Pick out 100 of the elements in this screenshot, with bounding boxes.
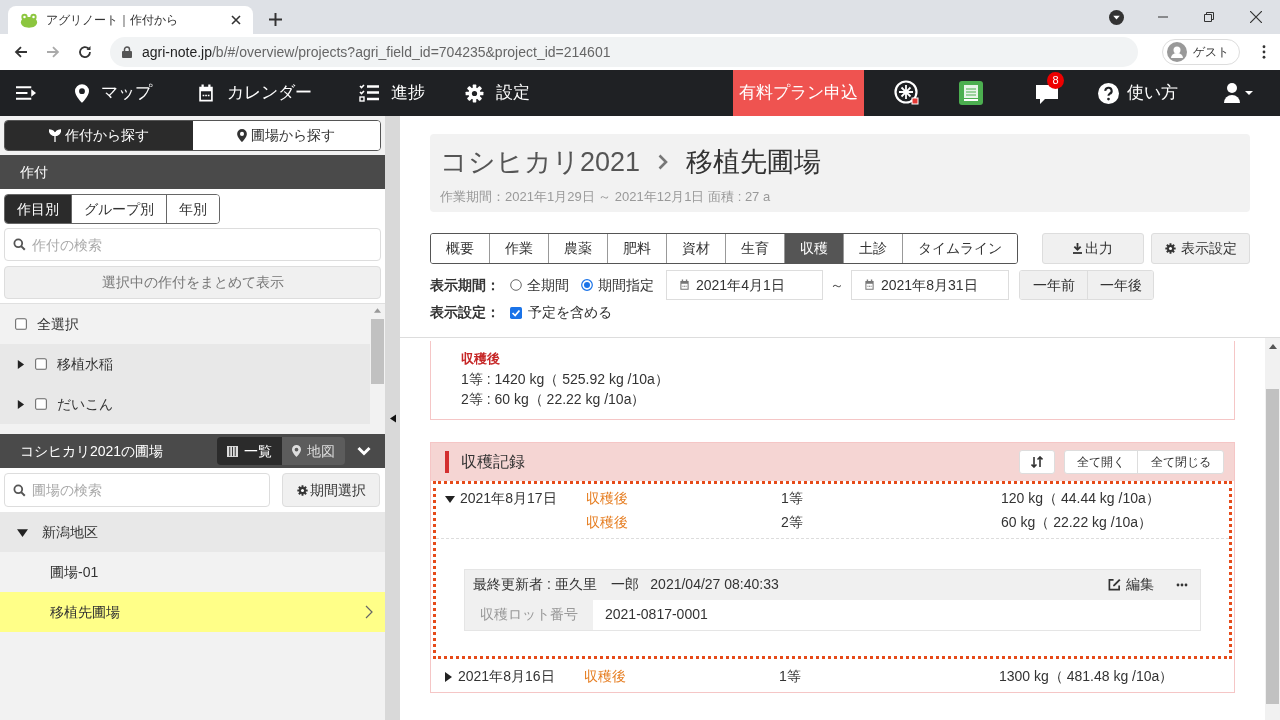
filter-tab[interactable]: 年別	[166, 195, 219, 223]
checkbox[interactable]	[35, 358, 47, 370]
amount-text: 120 kg（ 44.44 kg /10a）	[1001, 489, 1160, 508]
help-icon	[1098, 82, 1119, 104]
search-field[interactable]: 圃場の検索	[4, 473, 270, 507]
close-icon[interactable]	[231, 15, 241, 25]
sort-icon	[1031, 455, 1043, 468]
tree-group-row[interactable]: 新潟地区	[0, 512, 385, 552]
collapse-icon[interactable]	[389, 413, 396, 423]
scroll-up-icon	[1268, 344, 1277, 349]
radio-button[interactable]	[510, 279, 522, 291]
plus-icon[interactable]	[269, 13, 282, 26]
search-input[interactable]: 圃場の検索	[32, 474, 261, 506]
date-field[interactable]: 2021年4月1日	[666, 270, 823, 300]
section-header: 作付	[20, 162, 48, 182]
nav-link[interactable]: カレンダー	[197, 70, 359, 116]
frog-icon	[20, 12, 38, 28]
field-row[interactable]: 移植先圃場	[0, 592, 385, 632]
help-link[interactable]: 使い方	[1098, 80, 1178, 106]
radio-option[interactable]: 全期間	[510, 274, 569, 296]
search-icon	[13, 238, 26, 251]
crop-row[interactable]: 移植水稲	[0, 344, 370, 384]
summary-heading: 収穫後	[461, 350, 501, 368]
checkbox-label: 全選択	[37, 314, 79, 334]
field-title: 移植先圃場	[686, 146, 822, 179]
dropdown-icon[interactable]	[1109, 9, 1124, 25]
stage-label: 収穫後	[586, 514, 628, 530]
table-icon	[227, 445, 238, 457]
browser-tab[interactable]: アグリノート｜作付から	[8, 6, 253, 34]
date-separator: ～	[830, 275, 844, 295]
checklist-icon	[359, 84, 379, 102]
edit-button[interactable]: 編集	[1108, 574, 1154, 595]
search-input[interactable]: 作付の検索	[32, 229, 372, 260]
next-year-button[interactable]: 一年後	[1087, 271, 1153, 299]
scrollbar[interactable]	[1265, 338, 1280, 720]
caret-right-icon	[16, 359, 25, 369]
period-select-button[interactable]: 期間選択	[282, 473, 380, 507]
crop-row[interactable]: だいこん	[0, 384, 370, 424]
search-icon	[13, 483, 26, 497]
checkbox[interactable]	[15, 318, 27, 330]
expand-all-button[interactable]: 全て開く	[1065, 450, 1137, 473]
collapse-all-button[interactable]: 全て閉じる	[1137, 450, 1223, 473]
grade-label: 1等	[781, 490, 803, 506]
previous-year-button[interactable]: 一年前	[1020, 271, 1087, 299]
more-icon[interactable]	[1176, 582, 1188, 587]
view-toggle[interactable]: 一覧	[217, 437, 282, 465]
address-bar[interactable]: agri-note.jp/b/#/overview/projects?agri_field_id=704235&project_id=214601	[109, 37, 1138, 67]
checkbox-option[interactable]: 予定を含める	[510, 302, 612, 323]
radio-option[interactable]: 期間指定	[581, 274, 654, 296]
filter-tab[interactable]: 作目別	[5, 195, 71, 223]
detail-label: 収穫ロット番号	[480, 605, 578, 624]
nav-link[interactable]: 進捗	[359, 70, 465, 116]
stage-label: 収穫後	[586, 490, 628, 506]
pin-icon	[292, 445, 301, 457]
tab[interactable]: 収穫	[784, 234, 843, 263]
section-header: コシヒカリ2021の圃場	[20, 441, 165, 461]
chat-icon[interactable]	[1036, 84, 1058, 104]
period-subtitle: 作業期間：2021年1月29日 ～ 2021年12月1日 面積 : 27 a	[440, 187, 772, 206]
radio-button[interactable]	[581, 279, 593, 291]
nav-link[interactable]: マップ	[75, 70, 197, 116]
sprout-icon	[48, 129, 61, 142]
export-button[interactable]: 出力	[1042, 233, 1144, 264]
pin-icon	[237, 129, 248, 142]
reload-icon[interactable]	[77, 45, 92, 59]
search-field[interactable]: 作付の検索	[4, 228, 381, 261]
chevron-down-icon[interactable]	[357, 446, 371, 456]
edit-icon	[1108, 578, 1121, 591]
gear-icon	[1164, 243, 1176, 254]
checkbox[interactable]	[35, 398, 47, 410]
amount-text: 60 kg（ 22.22 kg /10a）	[1001, 513, 1152, 532]
tab[interactable]: タイムライン	[902, 234, 1017, 263]
download-icon	[1073, 243, 1082, 254]
date-field[interactable]: 2021年8月31日	[851, 270, 1009, 300]
nav-link[interactable]: 設定	[465, 70, 575, 116]
grade-label: 2等	[781, 514, 803, 530]
back-icon[interactable]	[14, 45, 28, 59]
sort-button[interactable]	[1019, 449, 1055, 474]
field-label: 表示期間：	[430, 275, 501, 295]
checkbox[interactable]	[510, 306, 522, 319]
update-info: 最終更新者 : 亜久里 一郎 2021/04/27 08:40:33	[473, 575, 780, 594]
close-icon[interactable]	[1250, 11, 1262, 23]
more-icon[interactable]	[1262, 45, 1266, 59]
record-date[interactable]: 2021年8月16日	[458, 666, 555, 687]
field-label: 表示設定：	[430, 303, 501, 322]
scroll-up-icon	[374, 308, 381, 313]
avatar-icon	[1167, 42, 1187, 62]
notification-badge: 8	[1047, 72, 1064, 89]
grade-label: 1等	[779, 668, 801, 684]
menu-icon[interactable]	[16, 85, 37, 101]
restore-icon[interactable]	[1204, 12, 1214, 22]
search-tab[interactable]: 作付から探す	[5, 121, 193, 150]
display-settings-button[interactable]: 表示設定	[1151, 233, 1250, 264]
user-menu-icon[interactable]	[1224, 83, 1254, 103]
summary-line: 2等 : 60 kg（ 22.22 kg /10a）	[461, 389, 647, 409]
record-date[interactable]: 2021年8月17日	[460, 488, 557, 509]
calendar-icon	[864, 279, 875, 291]
records-title: 収穫記録	[461, 451, 526, 472]
calendar-icon	[679, 279, 690, 291]
view-toggle[interactable]: 地図	[282, 437, 345, 465]
show-selected-button[interactable]: 選択中の作付をまとめて表示	[4, 266, 381, 299]
